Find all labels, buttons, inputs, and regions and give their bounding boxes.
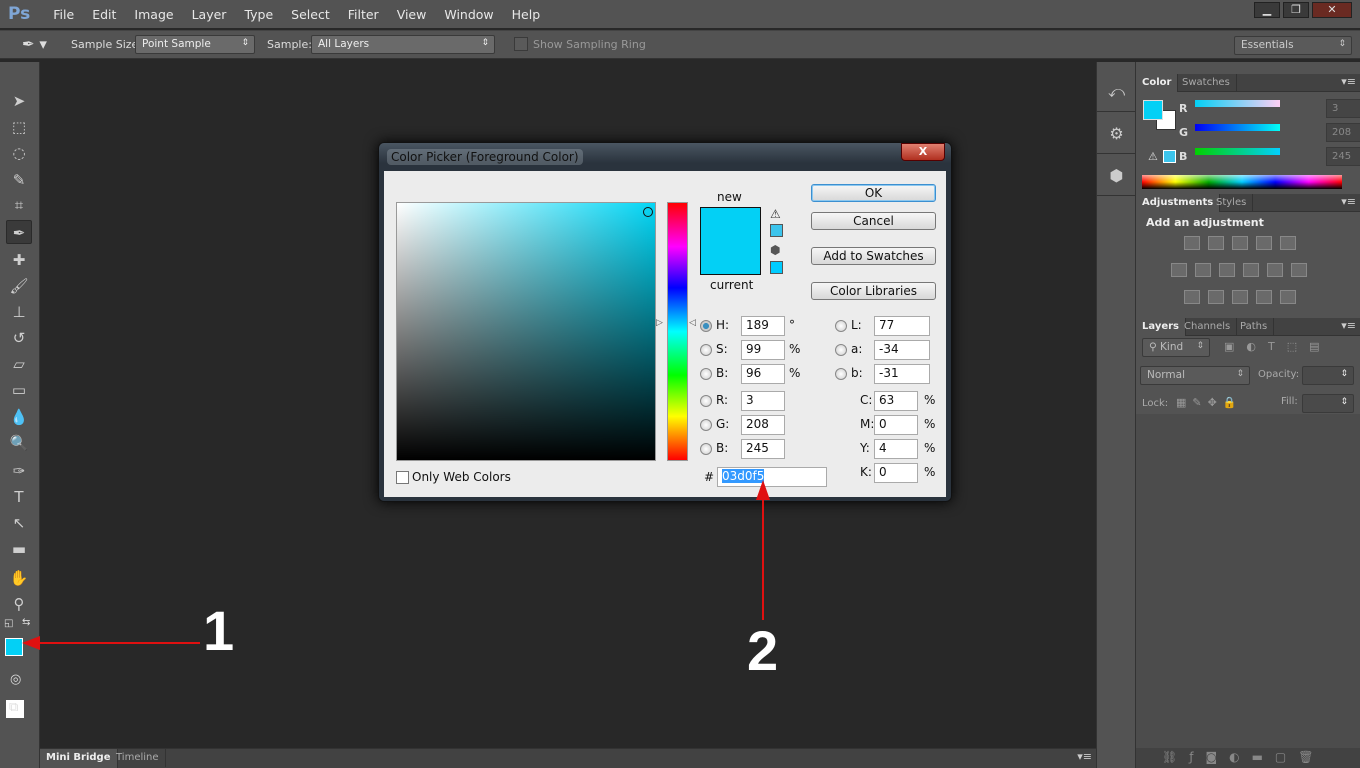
annotation-number-1: 1 — [203, 599, 235, 662]
annotation-arrowhead-1 — [22, 636, 40, 650]
annotation-arrowhead-2 — [756, 480, 770, 500]
annotation-number-2: 2 — [747, 619, 779, 682]
